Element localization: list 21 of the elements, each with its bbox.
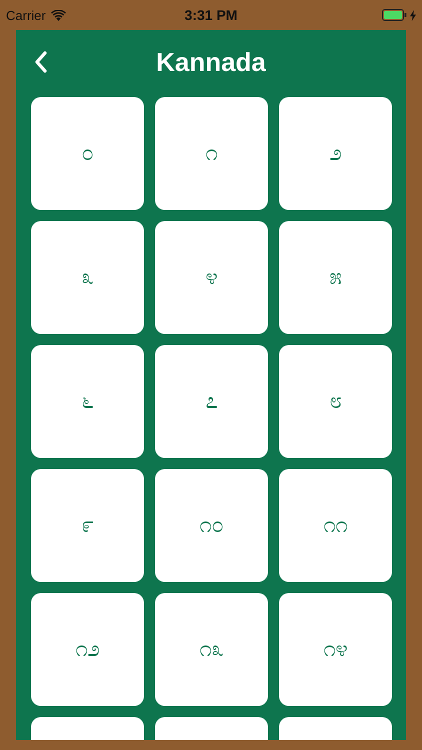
wifi-icon: [50, 10, 66, 20]
numeral-card[interactable]: ೬: [31, 345, 144, 458]
numeral-card[interactable]: ೧೪: [279, 593, 392, 706]
numeral-card[interactable]: ೦: [31, 97, 144, 210]
numeral-card[interactable]: ೩: [31, 221, 144, 334]
numeral-card[interactable]: ೧: [155, 97, 268, 210]
numeral-card[interactable]: ೯: [31, 469, 144, 582]
numeral-card[interactable]: ೭: [155, 345, 268, 458]
numeral-card[interactable]: ೫: [279, 221, 392, 334]
page-title: Kannada: [156, 47, 266, 78]
numeral-card[interactable]: ೧೦: [155, 469, 268, 582]
numeral-card[interactable]: ೪: [155, 221, 268, 334]
numeral-card[interactable]: ೧೨: [31, 593, 144, 706]
numeral-card[interactable]: ೧೧: [279, 469, 392, 582]
numeral-card[interactable]: ೮: [279, 345, 392, 458]
carrier-name: Carrier: [6, 8, 46, 22]
back-icon[interactable]: [34, 51, 48, 73]
clock-time: 3:31 PM: [184, 7, 238, 23]
numeral-card[interactable]: ೨: [279, 97, 392, 210]
battery-icon: [382, 9, 407, 21]
numeral-card[interactable]: ೧೩: [155, 593, 268, 706]
